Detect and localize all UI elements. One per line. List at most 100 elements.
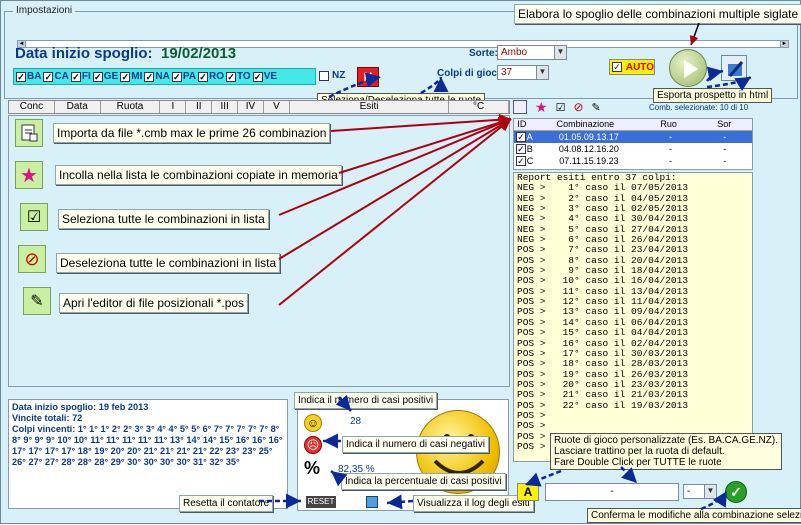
combo-col-header[interactable]: Combinazione [530, 119, 641, 130]
wheels-bar: ✓ BA ✓ CA ✓ FI ✓ GE ✓ MI ✓ NA ✓ PA ✓ RO ✓ TO ✓ VE [13, 68, 316, 85]
star-small-icon[interactable]: ★ [535, 99, 548, 116]
wheels-input[interactable]: - [545, 483, 679, 501]
wheel-label: TO [236, 71, 251, 82]
wheel-checkbox[interactable]: ✓ [120, 71, 131, 82]
combo-cell-id: B [526, 144, 533, 154]
stats-total: Vincite totali: 72 [12, 413, 83, 423]
wheel-ve[interactable]: ✓ VE [252, 69, 277, 84]
combo-row[interactable]: ✓ A 01.05.09.13.17 - - [514, 131, 752, 143]
callout-select-all: Seleziona tutte le combinazioni in lista [58, 209, 269, 229]
toggle-wheels-button[interactable]: N [357, 67, 379, 87]
wheel-label: CA [54, 71, 69, 82]
wheel-ro[interactable]: ✓ RO [197, 69, 224, 84]
combo-checkbox[interactable]: ✓ [516, 144, 526, 154]
combo-checkbox[interactable]: ✓ [516, 156, 526, 166]
no-entry-icon: ⊘ [24, 248, 40, 269]
column-header[interactable]: Ruota [101, 101, 161, 113]
auto-checkbox[interactable]: ✓ [612, 62, 622, 72]
report-line: POS > [517, 409, 546, 421]
callout-multi: Elabora lo spoglio delle combinazioni mu… [514, 4, 801, 24]
column-header[interactable]: IV [238, 101, 264, 113]
wheel-na[interactable]: ✓ NA [144, 69, 170, 84]
reset-button[interactable]: RESET [306, 496, 336, 508]
combo-col-header[interactable]: ID [514, 119, 530, 130]
export-pen-icon [728, 61, 744, 77]
checklist-icon: ☑ [26, 209, 42, 226]
colpi-select[interactable]: 37 ▼ [497, 65, 549, 80]
callout-reset: Resetta il contatore [179, 495, 274, 512]
wheel-checkbox[interactable]: ✓ [144, 71, 155, 82]
column-header[interactable]: I [160, 101, 187, 113]
log-button[interactable] [366, 496, 378, 508]
checklist-small-icon[interactable]: ☑ [556, 101, 566, 114]
sorte-select[interactable]: Ambo ▼ [497, 45, 567, 60]
app-window: Impostazioni ◄ ► Data inizio spoglio: 19… [0, 0, 801, 524]
wheel-checkbox[interactable]: ✓ [171, 71, 182, 82]
chevron-down-icon: ▼ [554, 46, 566, 59]
edit-small-icon[interactable]: ✎ [592, 101, 601, 114]
column-header[interactable]: Data [55, 101, 101, 113]
wheel-ge[interactable]: ✓ GE [92, 69, 118, 84]
wheel-checkbox[interactable]: ✓ [92, 71, 103, 82]
wheel-to[interactable]: ✓ TO [225, 69, 251, 84]
combo-row[interactable]: ✓ C 07.11.15.19.23 - - [514, 155, 752, 167]
deselect-all-button[interactable]: ⊘ [18, 245, 46, 273]
combo-col-header[interactable]: Ruo [641, 119, 697, 130]
wheel-fi[interactable]: ✓ FI [70, 69, 91, 84]
column-header[interactable]: Conc [9, 101, 55, 113]
combo-cell-sor: - [723, 144, 727, 154]
wheel-label: NA [155, 71, 170, 82]
paste-button[interactable]: ★ [15, 161, 43, 189]
auto-toggle[interactable]: ✓ AUTO [609, 59, 655, 75]
wheel-mi[interactable]: ✓ MI [120, 69, 142, 84]
combo-table: ID Combinazione Ruo Sor ✓ A 01.05.09.13.17- - ✓… [513, 118, 753, 170]
confirm-check-icon[interactable]: ✓ [725, 481, 747, 503]
start-date-value[interactable]: 19/02/2013 [161, 45, 236, 62]
report-line: POS > 18° caso il 28/03/2013 [517, 358, 689, 370]
combo-checkbox[interactable]: ✓ [516, 132, 526, 142]
combo-col-header[interactable]: Sor [696, 119, 752, 130]
report-line: POS > 15° caso il 04/04/2013 [517, 327, 689, 339]
wheel-checkbox[interactable]: ✓ [252, 71, 263, 82]
sorte-mini-select[interactable]: - ▼ [683, 484, 717, 499]
play-icon [684, 60, 698, 78]
wheel-checkbox[interactable]: ✓ [197, 71, 208, 82]
column-header[interactable]: Esiti [290, 101, 450, 113]
import-small-icon[interactable] [513, 100, 527, 114]
combo-letter: A [517, 483, 539, 501]
wheel-pa[interactable]: ✓ PA [171, 69, 196, 84]
column-header[interactable]: II [186, 101, 213, 113]
combo-cell-combo: 04.08.12.16.20 [558, 144, 619, 154]
edit-icon: ✎ [30, 293, 44, 310]
sorte-mini-value: - [687, 486, 691, 497]
column-header[interactable]: V [264, 101, 290, 113]
wheel-label: PA [182, 71, 196, 82]
chevron-down-icon: ▼ [536, 66, 548, 79]
default-dash-line: Lasciare trattino per la ruota di defaul… [554, 446, 725, 457]
combo-cell-ruo: - [668, 132, 672, 142]
html-export-button[interactable] [721, 55, 747, 81]
report-panel: Report esiti entro 37 colpi: NEG > 1° cas… [513, 172, 753, 462]
no-small-icon[interactable]: ⊘ [573, 100, 583, 114]
wheel-ba[interactable]: ✓ BA [16, 69, 41, 84]
slider-right-icon[interactable]: ► [780, 40, 789, 48]
select-all-button[interactable]: ☑ [20, 203, 48, 231]
wheel-checkbox[interactable]: ✓ [70, 71, 81, 82]
column-header[interactable]: °C [449, 101, 509, 113]
wheel-checkbox[interactable]: ✓ [43, 71, 54, 82]
wheel-checkbox[interactable]: ✓ [16, 71, 26, 82]
stats-colpi: Colpi vincenti: 1° 1° 1° 2° 2° 3° 3° 4° … [12, 424, 283, 467]
nz-toggle[interactable]: NZ [319, 70, 345, 81]
editor-button[interactable]: ✎ [23, 287, 51, 315]
wheel-checkbox[interactable]: ✓ [225, 71, 236, 82]
wheel-ca[interactable]: ✓ CA [43, 69, 69, 84]
percent-icon: % [304, 458, 321, 478]
column-header[interactable]: III [212, 101, 239, 113]
callout-log: Visualizza il log degli esiti [413, 495, 534, 512]
import-button[interactable] [15, 119, 43, 147]
nz-checkbox[interactable] [319, 70, 329, 81]
callout-neg: Indica il numero di casi negativi [342, 436, 489, 453]
play-button[interactable] [669, 49, 707, 87]
callout-pos: Indica il numero di casi positivi [294, 392, 438, 409]
combo-row[interactable]: ✓ B 04.08.12.16.20 - - [514, 143, 752, 155]
